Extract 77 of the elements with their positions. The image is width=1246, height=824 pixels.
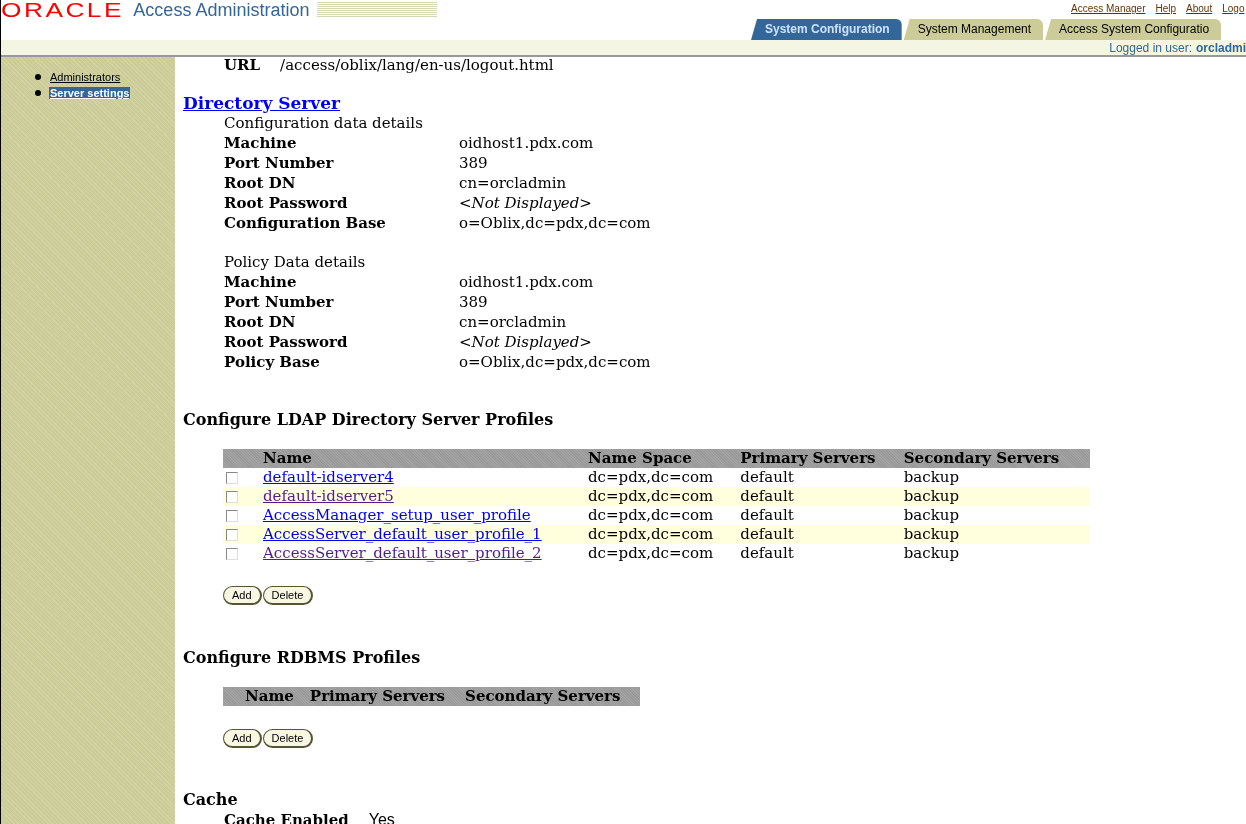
field-label: Port Number — [224, 292, 335, 312]
table-cell: dc=pdx,dc=com — [588, 468, 741, 487]
table-cell: backup — [903, 468, 1090, 487]
profile-link[interactable]: AccessManager_setup_user_profile — [263, 506, 531, 524]
tab[interactable]: System Configuration — [751, 19, 902, 40]
bullet-icon — [35, 90, 41, 96]
header-link[interactable]: Access Manager — [1071, 3, 1146, 14]
bullet-icon — [35, 74, 41, 80]
user-name: orcladmi — [1196, 40, 1246, 55]
field-label: Root Password — [224, 332, 349, 352]
checkbox[interactable] — [226, 490, 238, 503]
sidebar-item[interactable]: Server settings — [49, 87, 131, 99]
field-label: Root DN — [224, 173, 297, 193]
section-link[interactable]: Directory Server — [183, 93, 340, 113]
header-link[interactable]: Logo — [1222, 3, 1245, 14]
table-cell: default — [740, 525, 904, 544]
field-value: <Not Displayed> — [459, 332, 593, 352]
field-value: 389 — [459, 292, 489, 312]
table-cell: default — [740, 487, 904, 506]
header-link[interactable]: Help — [1155, 3, 1177, 14]
table-cell: backup — [903, 487, 1090, 506]
field-value: 389 — [459, 153, 489, 173]
table-cell: dc=pdx,dc=com — [588, 525, 741, 544]
field-label: Root Password — [224, 193, 349, 213]
checkbox[interactable] — [226, 547, 238, 560]
logo: ORACLE — [1, 0, 124, 20]
add-button[interactable]: Add — [223, 729, 262, 748]
field-label: Root DN — [224, 312, 297, 332]
tab[interactable]: System Management — [903, 19, 1044, 40]
section-heading: Configure RDBMS Profiles — [183, 648, 422, 668]
field-value: o=Oblix,dc=pdx,dc=com — [459, 352, 652, 372]
checkbox[interactable] — [226, 509, 238, 522]
column-header: Name — [263, 449, 588, 468]
profile-link[interactable]: default-idserver4 — [263, 468, 394, 486]
group-caption: Configuration data details — [223, 113, 424, 133]
field-value: oidhost1.pdx.com — [459, 272, 595, 292]
logged-in-label: Logged in user: — [1109, 40, 1192, 55]
field-label: URL — [224, 55, 261, 75]
column-header: Primary Servers — [309, 687, 466, 706]
table-cell: default — [740, 506, 904, 525]
field-value: oidhost1.pdx.com — [459, 133, 595, 153]
add-button[interactable]: Add — [223, 586, 262, 605]
field-label: Machine — [224, 133, 298, 153]
field-value: /access/oblix/lang/en-us/logout.html — [280, 55, 554, 75]
profile-link[interactable]: AccessServer_default_user_profile_2 — [263, 544, 542, 562]
column-header: Name — [223, 687, 310, 706]
table-cell: default — [740, 544, 904, 563]
column-header: Secondary Servers — [903, 449, 1090, 468]
field-label: Machine — [224, 272, 298, 292]
tab[interactable]: Access System Configuratio — [1045, 19, 1222, 40]
group-caption: Policy Data details — [223, 252, 367, 272]
table-cell: dc=pdx,dc=com — [588, 487, 741, 506]
checkbox[interactable] — [226, 528, 238, 541]
table-cell: backup — [903, 544, 1090, 563]
field-value: o=Oblix,dc=pdx,dc=com — [459, 213, 652, 233]
table-cell: dc=pdx,dc=com — [588, 506, 741, 525]
header-link[interactable]: About — [1186, 3, 1213, 14]
table-cell: backup — [903, 525, 1090, 544]
section-heading: Configure LDAP Directory Server Profiles — [183, 410, 555, 430]
field-label: Port Number — [224, 153, 335, 173]
table-cell: backup — [903, 506, 1090, 525]
delete-button[interactable]: Delete — [262, 729, 314, 748]
section-heading: Cache — [183, 790, 239, 810]
sidebar-item[interactable]: Administrators — [49, 71, 122, 83]
field-value: cn=orcladmin — [459, 173, 568, 193]
column-header: Primary Servers — [740, 449, 904, 468]
field-label: Configuration Base — [224, 213, 387, 233]
checkbox[interactable] — [226, 471, 238, 484]
app-title: Access Administration — [133, 0, 310, 20]
delete-button[interactable]: Delete — [262, 586, 314, 605]
column-header: Name Space — [588, 449, 741, 468]
field-label: Policy Base — [224, 352, 321, 372]
column-header: Secondary Servers — [465, 687, 641, 706]
table-cell: default — [740, 468, 904, 487]
table-cell: dc=pdx,dc=com — [588, 544, 741, 563]
field-value: cn=orcladmin — [459, 312, 568, 332]
field-value: <Not Displayed> — [459, 193, 593, 213]
